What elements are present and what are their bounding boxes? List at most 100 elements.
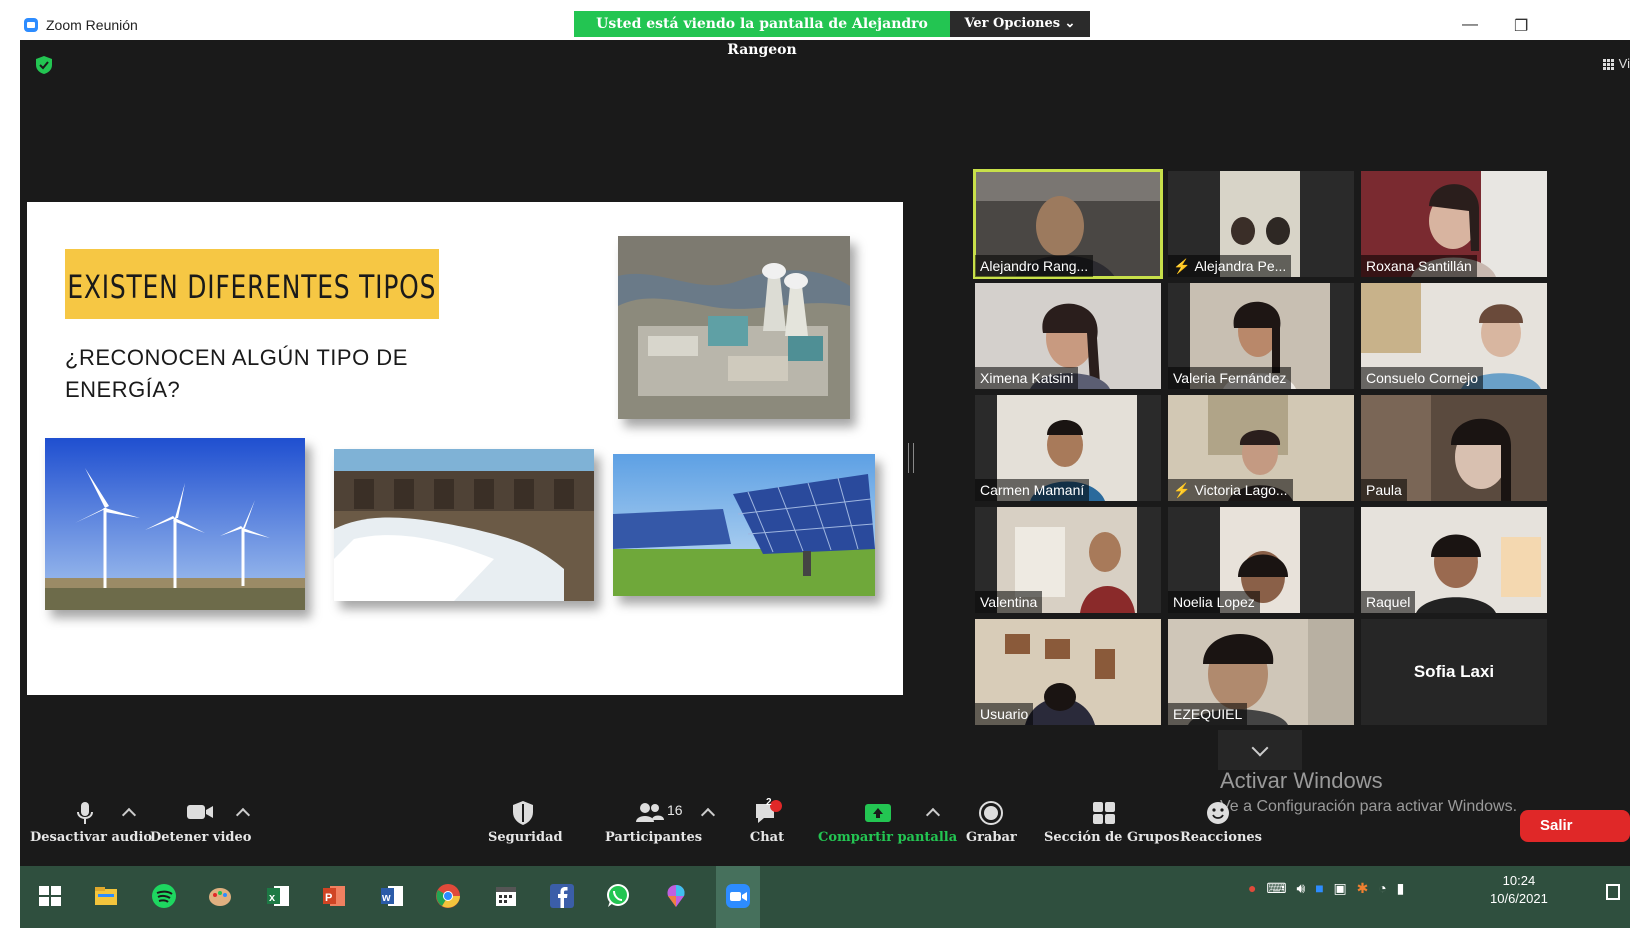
zoom-app-icon[interactable] [724,882,752,910]
facebook-icon[interactable] [548,882,576,910]
mic-muted-icon: ⚡ [1173,482,1191,498]
participant-name: Sofia Laxi [1413,662,1495,681]
breakout-rooms-button[interactable]: Sección de Grupos [1044,800,1179,845]
security-button[interactable]: Seguridad [488,800,563,845]
participant-tile[interactable]: Roxana Santillán [1361,171,1547,277]
input-method-icon[interactable]: ⌨ [1266,880,1286,896]
participant-name: Usuario [975,703,1034,725]
participant-tile[interactable]: ⚡ Alejandra Pe... [1168,171,1354,277]
slide-title-box: EXISTEN DIFERENTES TIPOS [65,249,439,319]
mic-muted-icon: ⚡ [1173,258,1191,274]
zoom-window: Zoom Reunión Usted está viendo la pantal… [20,10,1630,928]
participant-tile[interactable]: Consuelo Cornejo [1361,283,1547,389]
zoom-tray-icon[interactable]: ■ [1315,880,1323,896]
paint-icon[interactable] [206,882,234,910]
taskbar-clock[interactable]: 10:24 10/6/2021 [1490,872,1548,908]
leave-meeting-button[interactable]: Salir [1520,810,1630,842]
nuclear-plant-image [618,236,850,419]
security-shield-icon [513,801,533,825]
participant-name: Roxana Santillán [1361,255,1477,277]
restore-button[interactable]: ❐ [1514,16,1528,36]
activate-windows-subtext: Ve a Configuración para activar Windows. [1220,798,1518,815]
participant-name: Carmen Mamaní [975,479,1090,501]
hydroelectric-dam-image [334,449,594,601]
gallery-view-label: Vi [1618,56,1630,71]
windows-start-icon[interactable] [36,882,64,910]
participant-tile[interactable]: Paula [1361,395,1547,501]
breakout-rooms-icon [1093,802,1115,824]
microphone-tray-icon[interactable]: ▮ [1397,880,1405,896]
shared-screen-slide: EXISTEN DIFERENTES TIPOS ¿RECONOCEN ALGÚ… [27,202,903,695]
participant-tile[interactable]: EZEQUIEL [1168,619,1354,725]
stop-video-button[interactable]: Detener video [150,800,251,845]
reactions-button[interactable]: Reacciones [1180,800,1262,845]
gallery-scroll-down-button[interactable] [1218,730,1302,770]
mute-audio-button[interactable]: Desactivar audio [30,800,152,845]
smiley-icon [1207,802,1229,824]
participant-tile[interactable]: Raquel [1361,507,1547,613]
video-camera-icon [187,805,213,819]
file-explorer-icon[interactable] [92,882,120,910]
share-screen-button[interactable]: Compartir pantalla [818,800,957,845]
slide-question: ¿RECONOCEN ALGÚN TIPO DE ENERGÍA? [65,345,408,402]
volume-icon[interactable]: 🔊︎ [1296,880,1305,896]
clock-date: 10/6/2021 [1490,891,1548,906]
participants-icon [636,803,664,822]
spotify-icon[interactable] [150,882,178,910]
split-drag-handle[interactable] [908,443,914,473]
system-tray: ● ⌨ 🔊︎ ■ ▣ ✱ ◔ ▮ [1248,880,1404,897]
participant-tile[interactable]: Alejandro Rang... [973,169,1163,279]
participant-tile[interactable]: Usuario [975,619,1161,725]
clock-time: 10:24 [1502,873,1536,888]
participant-name: Alejandro Rang... [975,255,1094,277]
solar-panels-image [613,454,875,596]
grid-icon [1602,58,1615,71]
participants-button[interactable]: 16 Participantes [605,800,702,845]
gallery-view-button[interactable]: Vi [1602,54,1630,74]
participant-name: Paula [1361,479,1407,501]
participant-tile[interactable]: Valentina [975,507,1161,613]
record-button[interactable]: Grabar [966,800,1017,845]
participant-name: ⚡ Victoria Lago... [1168,479,1293,501]
participant-name: Noelia Lopez [1168,591,1260,613]
notifications-icon[interactable] [1606,884,1620,900]
excel-icon[interactable]: x [264,882,292,910]
word-icon[interactable]: w [378,882,406,910]
tray-app-icon[interactable]: ✱ [1357,880,1369,896]
title-bar: Zoom Reunión Usted está viendo la pantal… [20,10,1630,58]
zoom-logo-icon [24,18,38,32]
window-title: Zoom Reunión [46,17,138,33]
view-options-button[interactable]: Ver Opciones ⌄ [950,11,1090,37]
wifi-icon[interactable]: ◔ [1378,880,1386,896]
svg-text:w: w [381,892,391,904]
participant-name: Ximena Katsini [975,367,1079,389]
chat-button[interactable]: 2 Chat [747,797,787,845]
minimize-button[interactable]: — [1462,16,1478,34]
participant-tile[interactable]: Noelia Lopez [1168,507,1354,613]
chat-badge: 2 [766,797,772,808]
svg-text:P: P [325,892,332,904]
whatsapp-icon[interactable] [604,882,632,910]
chrome-icon[interactable] [434,882,462,910]
encryption-shield-icon[interactable] [36,56,52,74]
participants-count: 16 [667,802,683,818]
svg-text:x: x [269,892,276,904]
wind-turbines-image [45,438,305,610]
participant-tile[interactable]: Ximena Katsini [975,283,1161,389]
network-app-icon[interactable]: ▣ [1334,880,1347,896]
microphone-icon [77,802,93,824]
share-banner: Usted está viendo la pantalla de Alejand… [574,11,950,58]
participants-options-caret[interactable] [700,807,716,823]
participant-tile[interactable]: Carmen Mamaní [975,395,1161,501]
participant-name: Consuelo Cornejo [1361,367,1484,389]
paint-3d-icon[interactable] [662,882,690,910]
participant-name: Valeria Fernández [1168,367,1292,389]
participant-name: EZEQUIEL [1168,703,1248,725]
participant-tile[interactable]: Valeria Fernández [1168,283,1354,389]
participant-tile[interactable]: ⚡ Victoria Lago... [1168,395,1354,501]
calendar-icon[interactable] [492,882,520,910]
opera-icon[interactable]: ● [1248,880,1256,896]
participant-tile-video-off[interactable]: Sofia Laxi [1361,619,1547,725]
powerpoint-icon[interactable]: P [320,882,348,910]
activate-windows-watermark: Activar Windows [1220,768,1383,793]
